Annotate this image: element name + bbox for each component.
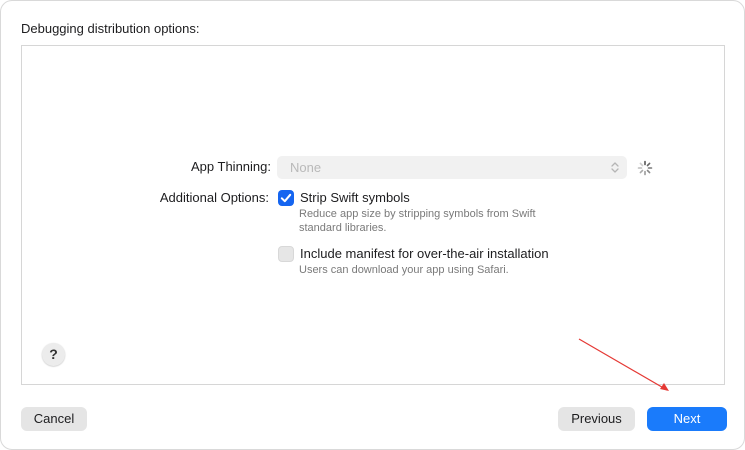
include-manifest-checkbox[interactable] [278,246,294,262]
strip-swift-symbols-checkbox[interactable] [278,190,294,206]
distribution-options-sheet: Debugging distribution options: App Thin… [0,0,745,450]
help-button[interactable]: ? [42,343,65,366]
next-button[interactable]: Next [647,407,727,431]
spinner-icon [637,160,653,176]
app-thinning-label: App Thinning: [191,159,271,174]
app-thinning-select[interactable]: None [277,156,627,179]
strip-swift-symbols-description: Reduce app size by stripping symbols fro… [299,208,536,234]
checkmark-icon [280,193,292,203]
cancel-button[interactable]: Cancel [21,407,87,431]
app-thinning-value: None [290,160,322,175]
include-manifest-description: Users can download your app using Safari… [299,264,509,276]
section-title: Debugging distribution options: [21,21,200,36]
strip-swift-symbols-label: Strip Swift symbols [300,190,410,205]
previous-button[interactable]: Previous [558,407,635,431]
chevron-up-down-icon [611,162,619,173]
include-manifest-label: Include manifest for over-the-air instal… [300,246,549,261]
additional-options-label: Additional Options: [159,190,269,205]
